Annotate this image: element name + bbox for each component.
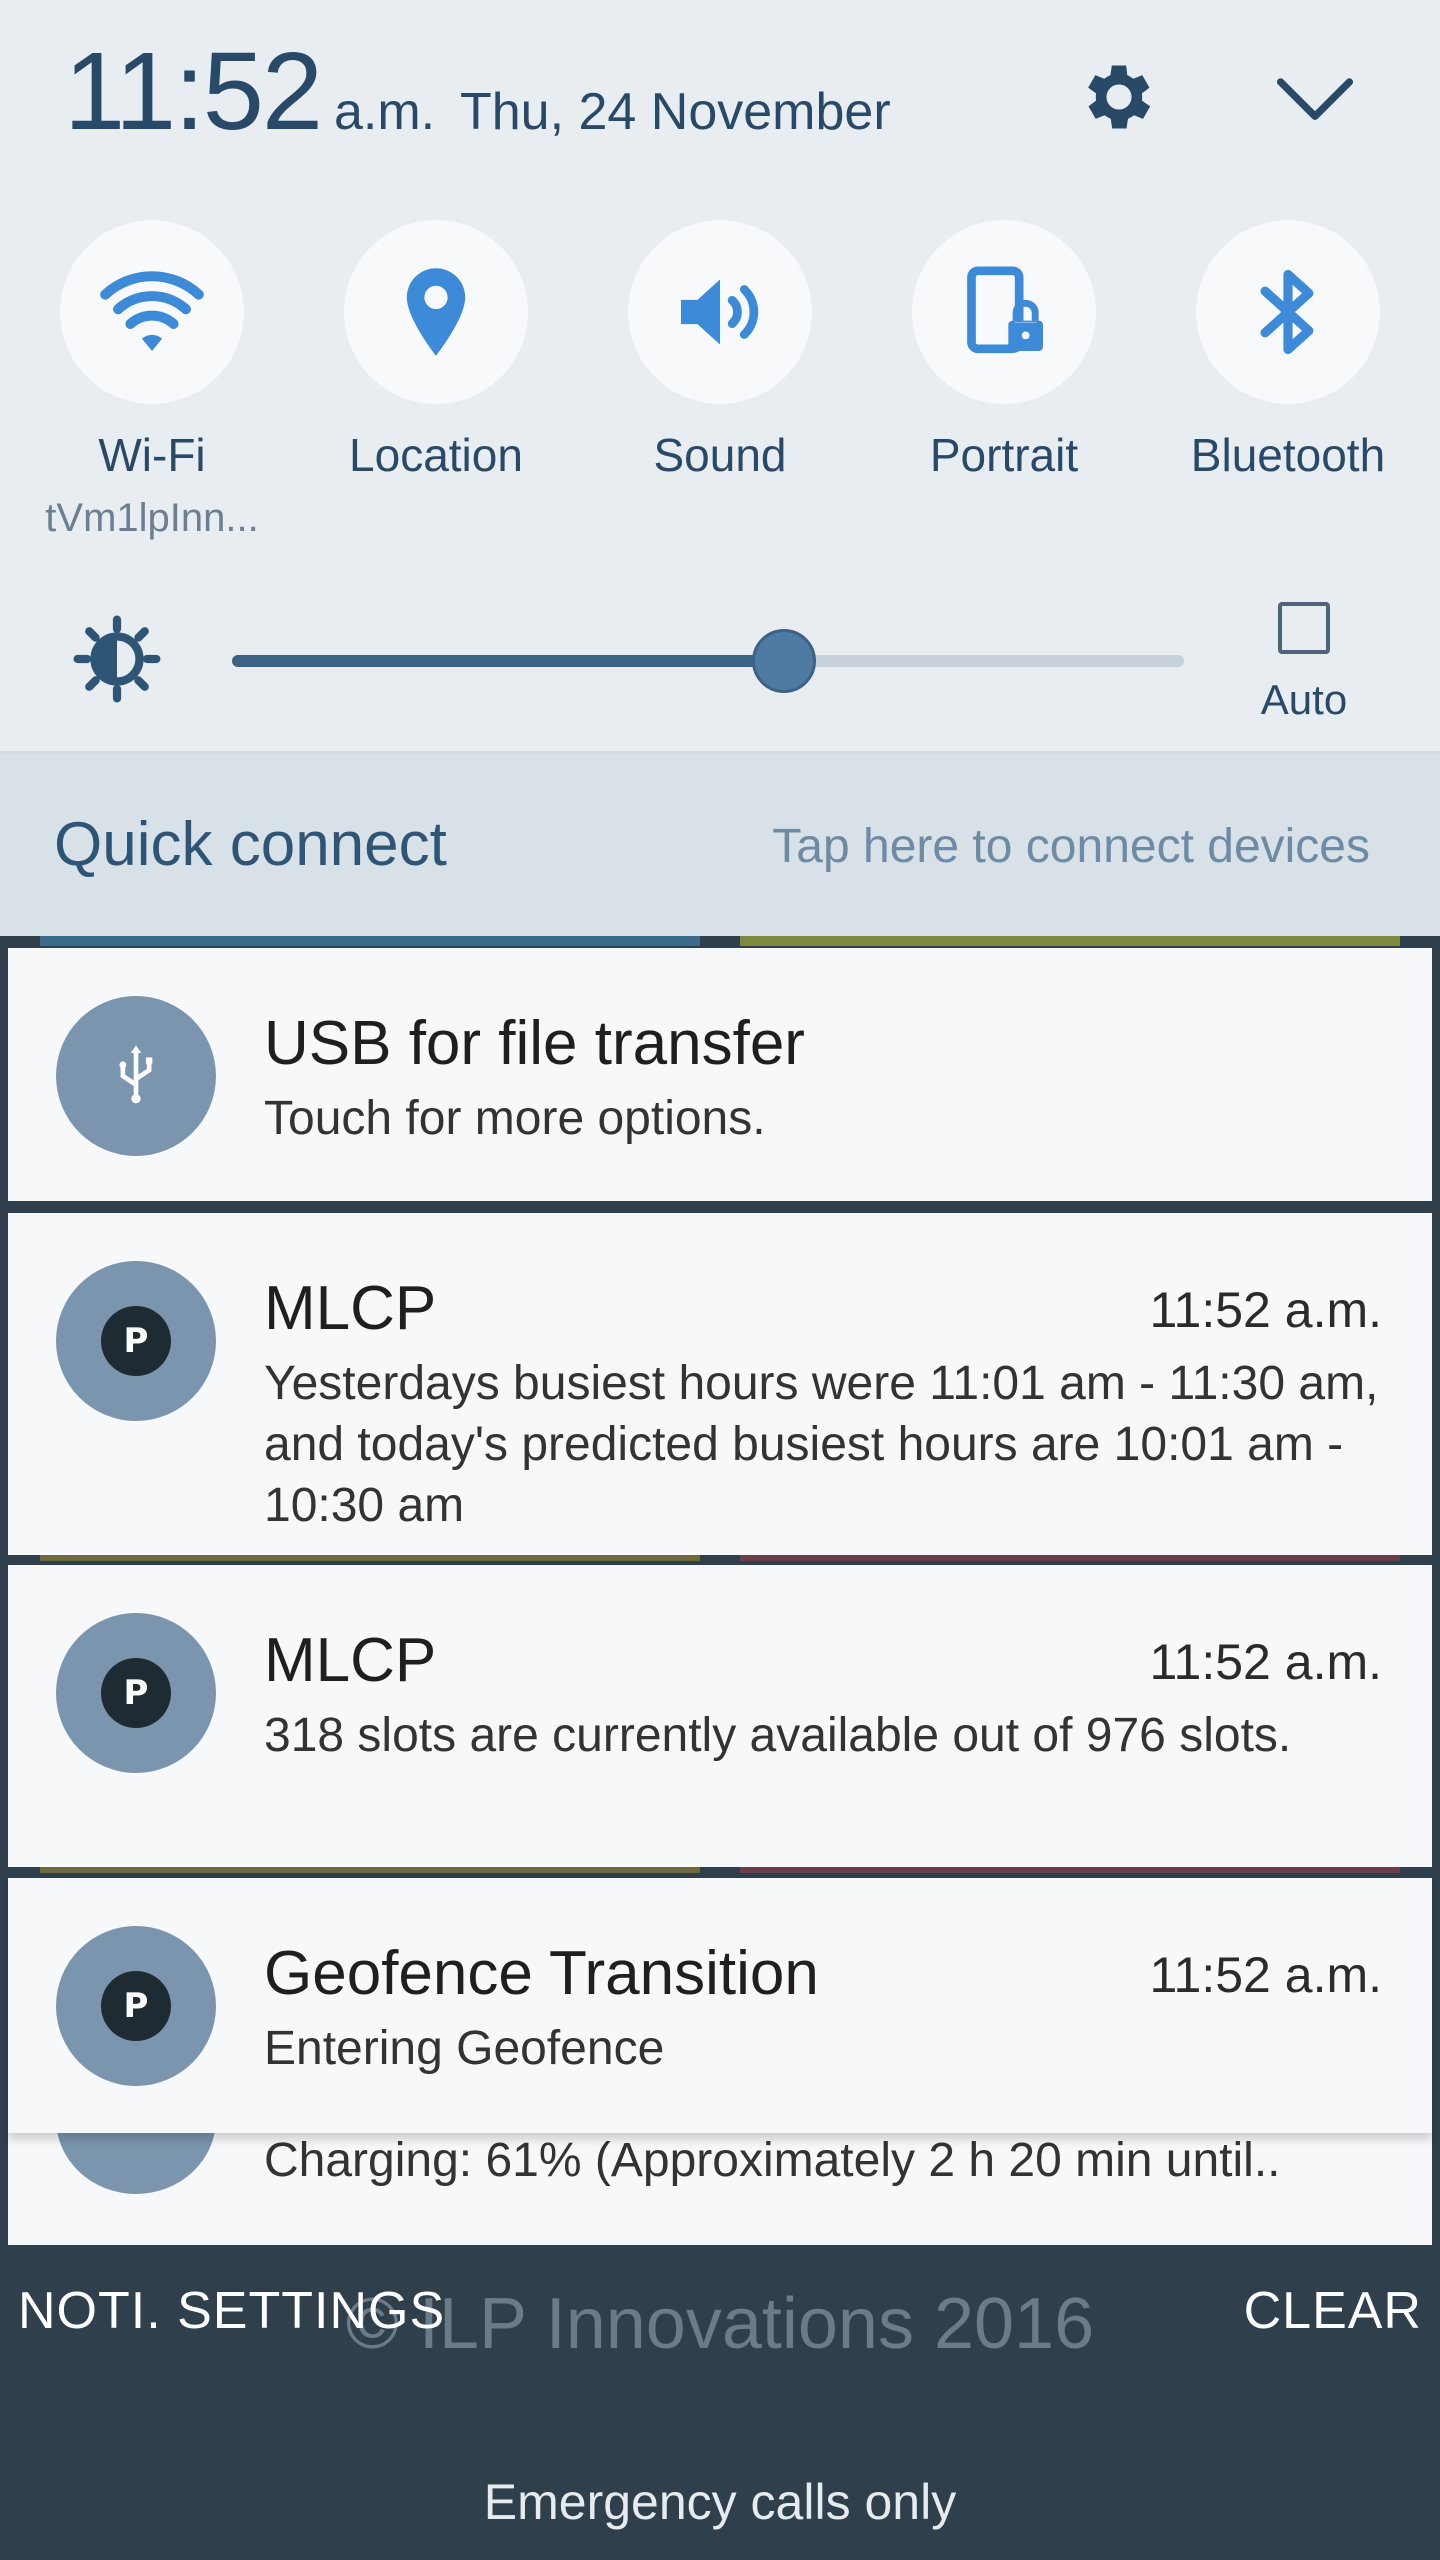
notification-body: Entering Geofence xyxy=(264,2022,665,2075)
tile-wifi[interactable]: Wi-Fi tVm1lpInn... xyxy=(22,220,282,540)
background-strip xyxy=(740,936,1400,946)
brightness-slider[interactable] xyxy=(232,629,1184,693)
tile-bluetooth[interactable]: Bluetooth xyxy=(1158,220,1418,540)
notification-body: Touch for more options. xyxy=(264,1092,766,1145)
location-pin-icon xyxy=(406,268,466,356)
notification-avatar xyxy=(56,996,216,1156)
tile-wifi-label: Wi-Fi xyxy=(98,429,206,481)
notification-footer: © ILP Innovations 2016 NOTI. SETTINGS CL… xyxy=(0,2245,1440,2560)
tile-location-button[interactable] xyxy=(344,220,528,404)
notification-title: Geofence Transition xyxy=(264,1939,819,2008)
quick-connect-bar[interactable]: Quick connect Tap here to connect device… xyxy=(0,753,1440,936)
notification-geofence[interactable]: P Geofence Transition 11:52 a.m. Enterin… xyxy=(8,1878,1432,2133)
emergency-calls-label: Emergency calls only xyxy=(483,2474,957,2530)
background-strip xyxy=(40,1867,700,1873)
background-strip xyxy=(40,1555,700,1561)
notification-mlcp-slots[interactable]: P MLCP 11:52 a.m. 318 slots are currentl… xyxy=(8,1565,1432,1867)
status-header: 11:52 a.m. Thu, 24 November xyxy=(0,0,1440,198)
wifi-icon xyxy=(100,271,204,351)
noti-settings-button[interactable]: NOTI. SETTINGS xyxy=(18,2281,445,2341)
parking-p-icon: P xyxy=(101,1658,171,1728)
notification-usb[interactable]: USB for file transfer Touch for more opt… xyxy=(8,948,1432,1201)
notification-title: MLCP xyxy=(264,1626,437,1695)
tile-portrait[interactable]: Portrait xyxy=(874,220,1134,540)
auto-brightness-checkbox[interactable] xyxy=(1278,602,1330,654)
usb-icon xyxy=(119,1045,153,1104)
tile-portrait-label: Portrait xyxy=(929,429,1079,481)
brightness-slider-fill xyxy=(232,655,785,667)
quick-settings-tiles: Wi-Fi tVm1lpInn... Location Sound Portra… xyxy=(0,198,1440,548)
tile-bluetooth-label: Bluetooth xyxy=(1190,429,1386,481)
screen-rotation-lock-icon xyxy=(967,266,1043,354)
gear-icon[interactable] xyxy=(1076,54,1162,140)
notification-body: Charging: 61% (Approximately 2 h 20 min … xyxy=(264,2134,1281,2187)
chevron-down-icon[interactable] xyxy=(1272,62,1358,132)
background-strip xyxy=(740,1555,1400,1561)
notification-avatar: P xyxy=(56,1926,216,2086)
speaker-icon xyxy=(681,279,759,345)
quick-connect-title: Quick connect xyxy=(54,810,447,879)
background-strip xyxy=(740,1867,1400,1873)
tile-wifi-network: tVm1lpInn... xyxy=(45,496,259,540)
quick-connect-hint: Tap here to connect devices xyxy=(772,820,1370,873)
tile-bluetooth-button[interactable] xyxy=(1196,220,1380,404)
notification-avatar: P xyxy=(56,1261,216,1421)
notification-time: 11:52 a.m. xyxy=(1149,1282,1382,1338)
notification-title: MLCP xyxy=(264,1274,437,1343)
clock-time: 11:52 xyxy=(64,30,323,153)
tile-sound-label: Sound xyxy=(653,429,787,481)
parking-p-icon: P xyxy=(101,1971,171,2041)
clear-button[interactable]: CLEAR xyxy=(1244,2281,1422,2341)
tile-sound-button[interactable] xyxy=(628,220,812,404)
tile-location[interactable]: Location xyxy=(306,220,566,540)
bluetooth-icon xyxy=(1260,269,1314,355)
clock-ampm: a.m. xyxy=(334,83,436,141)
notification-avatar: P xyxy=(56,1613,216,1773)
notification-body: Yesterdays busiest hours were 11:01 am -… xyxy=(264,1357,1379,1532)
tile-location-label: Location xyxy=(349,429,523,481)
auto-brightness-label: Auto xyxy=(1260,676,1348,723)
notification-time: 11:52 a.m. xyxy=(1149,1947,1382,2003)
date-label: Thu, 24 November xyxy=(460,83,891,141)
notification-mlcp-busiest[interactable]: P MLCP 11:52 a.m. Yesterdays busiest hou… xyxy=(8,1213,1432,1555)
brightness-row: Auto xyxy=(0,548,1440,753)
notification-time: 11:52 a.m. xyxy=(1149,1634,1382,1690)
tile-portrait-button[interactable] xyxy=(912,220,1096,404)
parking-p-icon: P xyxy=(101,1306,171,1376)
brightness-icon xyxy=(73,615,161,703)
notification-body: 318 slots are currently available out of… xyxy=(264,1709,1292,1762)
tile-sound[interactable]: Sound xyxy=(590,220,850,540)
notification-title: USB for file transfer xyxy=(264,1009,805,1078)
background-strip xyxy=(40,936,700,946)
tile-wifi-button[interactable] xyxy=(60,220,244,404)
brightness-slider-thumb[interactable] xyxy=(752,629,817,693)
